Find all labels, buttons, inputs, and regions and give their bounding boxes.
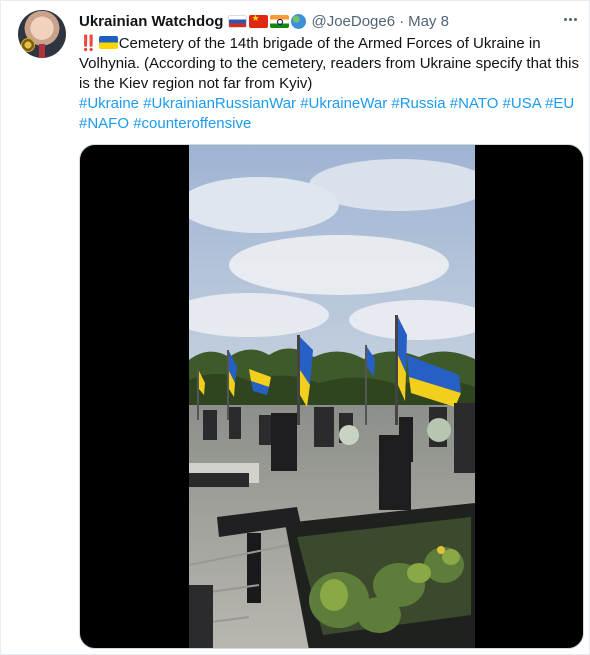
tweet-text: Cemetery of the 14th brigade of the Arme… xyxy=(79,35,579,92)
hashtag-link[interactable]: #NAFO xyxy=(79,115,129,132)
hashtag-link[interactable]: #USA xyxy=(503,95,541,112)
tweet-header: Ukrainian Watchdog @JoeDoge6 · May 8 xyxy=(79,11,449,31)
hashtag-link[interactable]: #UkrainianRussianWar xyxy=(143,95,296,112)
video-player[interactable] xyxy=(79,144,584,649)
cemetery-video-image xyxy=(189,145,475,648)
flag-china-icon xyxy=(249,14,269,28)
more-dot xyxy=(563,17,567,21)
tweet-card[interactable]: Ukrainian Watchdog @JoeDoge6 · May 8 ‼️C… xyxy=(0,0,590,655)
tweet-date[interactable]: May 8 xyxy=(408,13,449,30)
author-name[interactable]: Ukrainian Watchdog xyxy=(79,13,223,30)
video-frame[interactable] xyxy=(189,145,475,648)
more-options-icon[interactable] xyxy=(560,9,580,29)
hashtag-link[interactable]: #EU xyxy=(545,95,574,112)
tweet-body: ‼️ Cemetery of the 14th brigade of the Ar… xyxy=(79,34,579,134)
double-exclamation-icon: ‼️ xyxy=(79,35,98,52)
hashtag-link[interactable]: #UkraineWar xyxy=(300,95,387,112)
more-dot xyxy=(573,17,577,21)
flag-ukraine-icon xyxy=(98,36,118,49)
flag-india-icon xyxy=(270,14,290,28)
hashtag-list: #Ukraine #UkrainianRussianWar #UkraineWa… xyxy=(79,95,574,132)
author-handle[interactable]: @JoeDoge6 xyxy=(311,13,395,30)
hashtag-link[interactable]: #NATO xyxy=(450,95,499,112)
author-flags xyxy=(228,13,307,29)
header-separator: · xyxy=(399,12,405,30)
avatar-tie xyxy=(39,44,45,58)
hashtag-link[interactable]: #Russia xyxy=(391,95,445,112)
hashtag-link[interactable]: #counteroffensive xyxy=(133,115,251,132)
hashtag-link[interactable]: #Ukraine xyxy=(79,95,139,112)
flag-russia-icon xyxy=(228,14,248,28)
avatar-badge xyxy=(21,38,35,52)
author-avatar[interactable] xyxy=(18,10,66,58)
more-dot xyxy=(568,17,572,21)
globe-icon xyxy=(291,13,307,29)
